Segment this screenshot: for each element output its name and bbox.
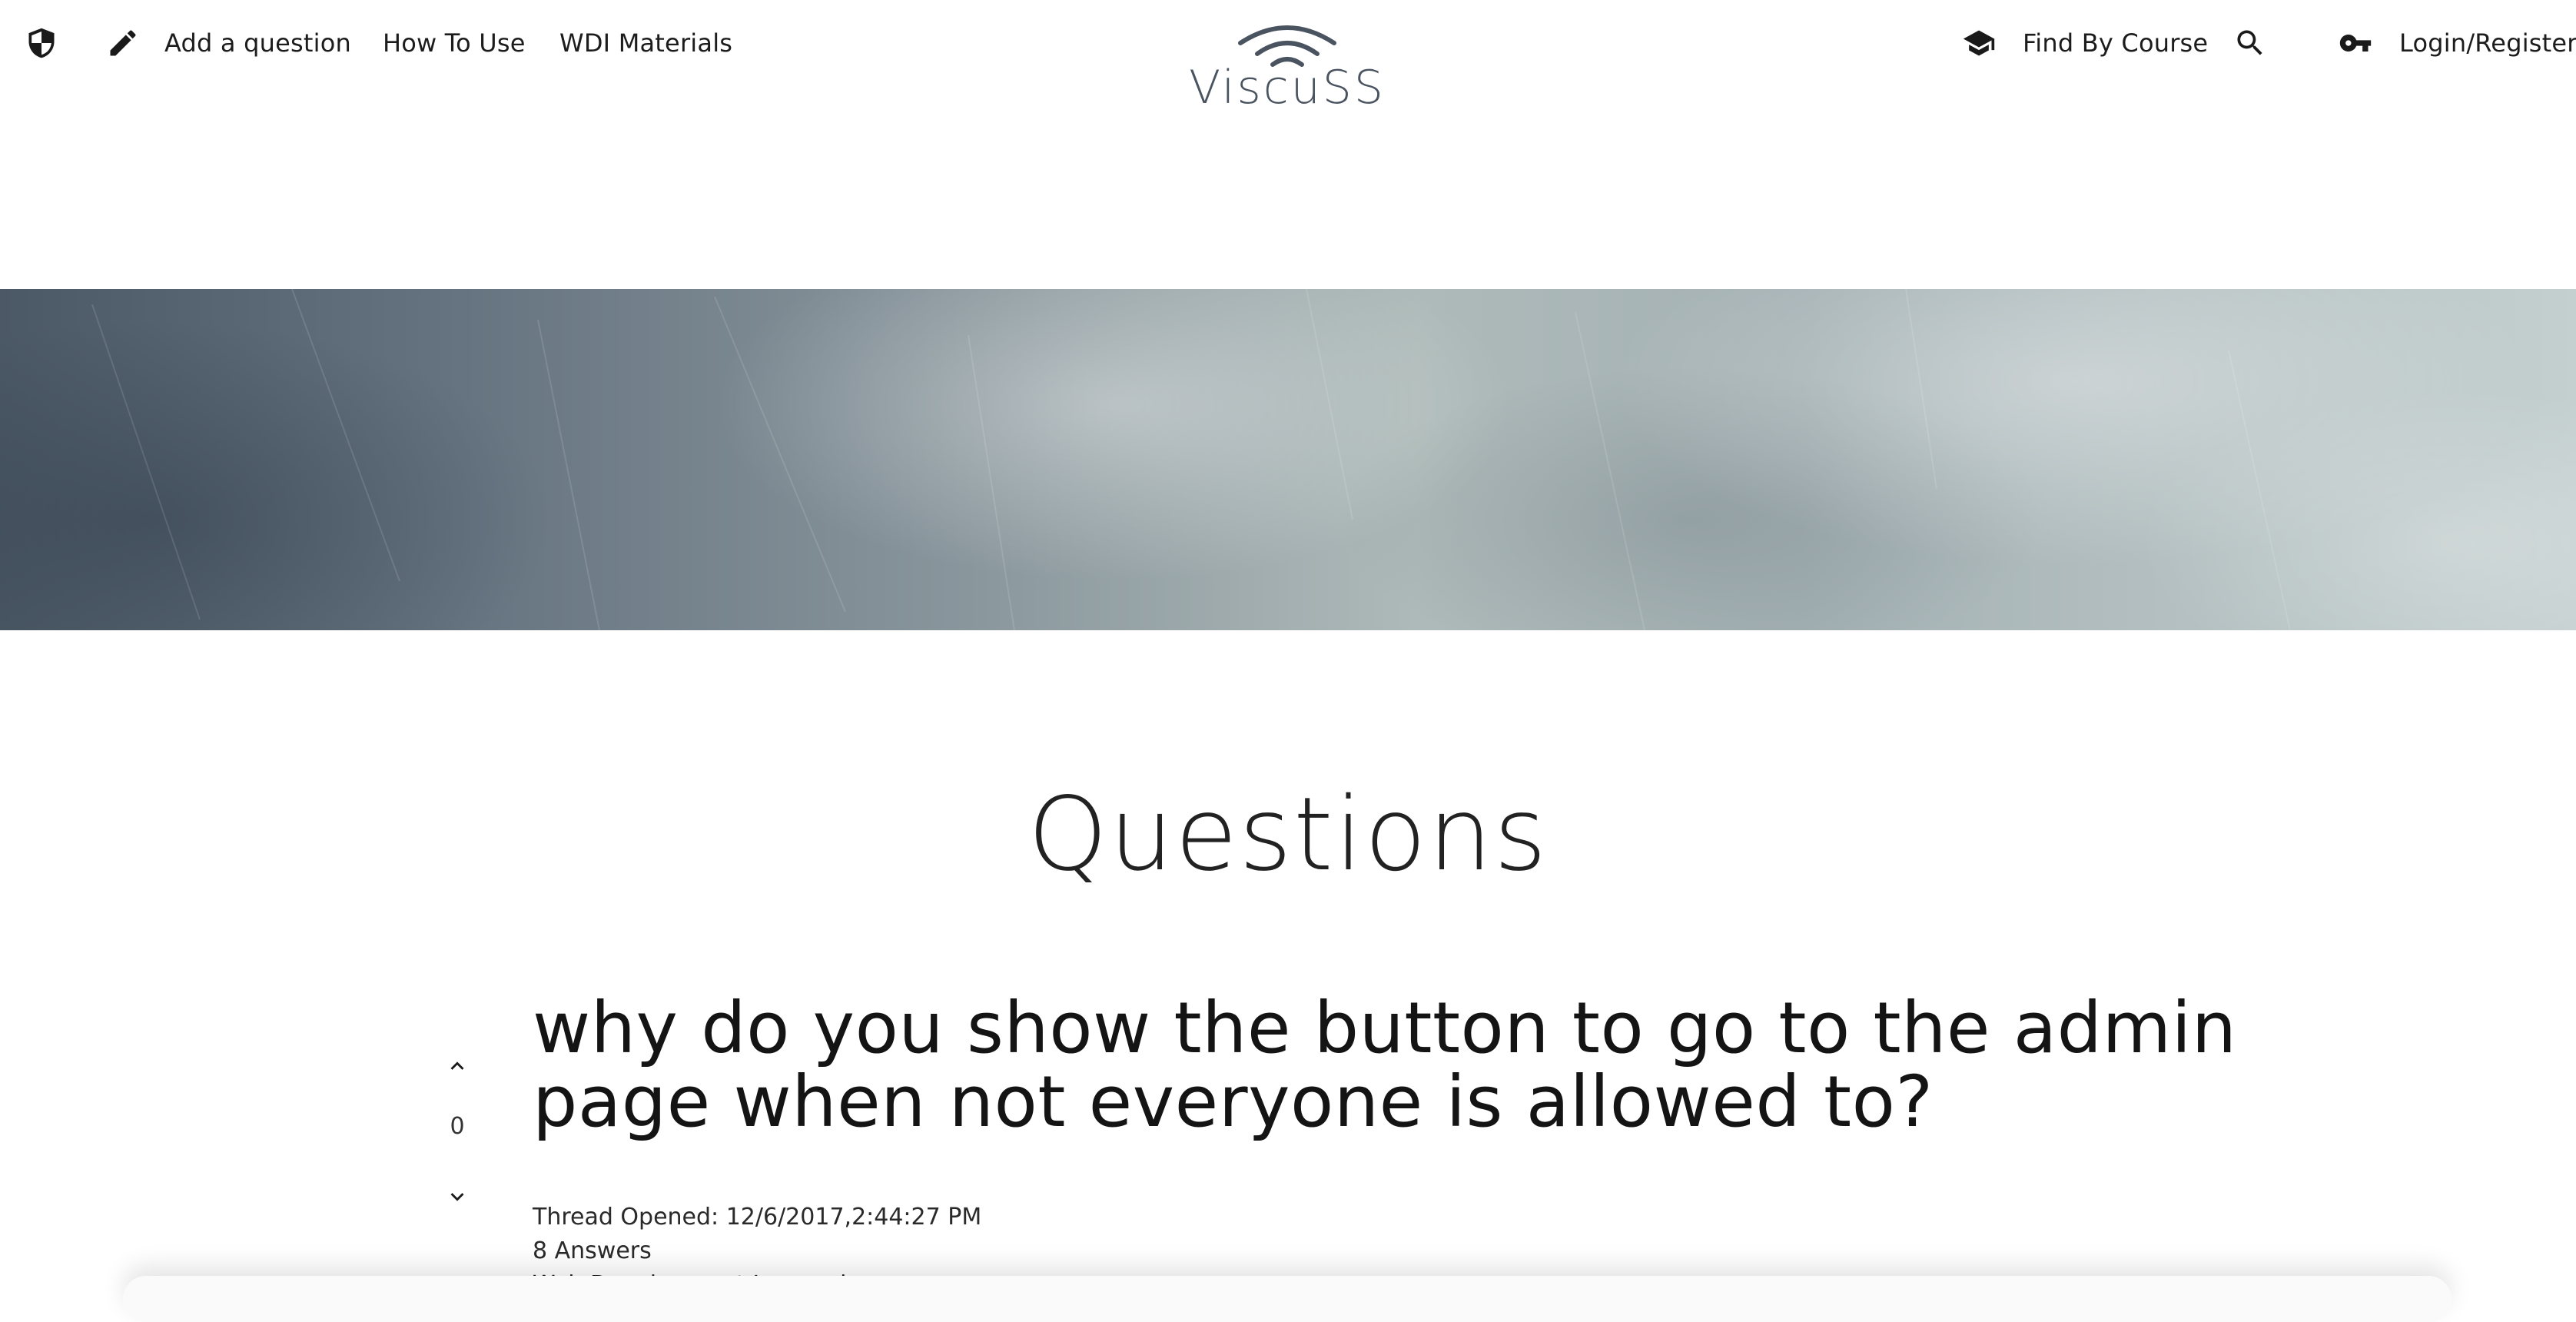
find-by-course-label: Find By Course — [2023, 28, 2209, 58]
add-question-link[interactable]: Add a question — [106, 15, 351, 71]
add-question-label: Add a question — [164, 28, 351, 58]
pencil-icon — [106, 26, 140, 60]
next-card-edge — [123, 1276, 2452, 1322]
thread-opened-text: Thread Opened: 12/6/2017,2:44:27 PM — [533, 1204, 982, 1231]
key-icon — [2336, 26, 2375, 60]
hero-banner — [0, 289, 2576, 630]
how-to-use-link[interactable]: How To Use — [383, 15, 526, 71]
downvote-button[interactable] — [444, 1184, 470, 1210]
question-item: 0 why do you show the button to go to th… — [415, 976, 2490, 1300]
wdi-materials-label: WDI Materials — [559, 28, 733, 58]
page-title: Questions — [1027, 776, 1549, 894]
site-logo[interactable]: ViscuSS — [1183, 17, 1399, 117]
shield-icon — [25, 26, 58, 60]
login-register-link[interactable]: Login/Register — [2336, 15, 2576, 71]
top-nav: Add a question How To Use WDI Materials … — [0, 0, 2576, 111]
login-register-label: Login/Register — [2399, 28, 2576, 58]
how-to-use-label: How To Use — [383, 28, 526, 58]
search-icon — [2233, 26, 2267, 60]
chevron-up-icon — [444, 1053, 470, 1079]
graduation-cap-icon — [1960, 26, 1998, 60]
hero-texture — [0, 289, 2576, 630]
answer-count: 8 Answers — [533, 1237, 652, 1264]
logo-text: ViscuSS — [1189, 61, 1386, 115]
wdi-materials-link[interactable]: WDI Materials — [559, 15, 732, 71]
vote-count: 0 — [450, 1113, 465, 1140]
vote-controls: 0 — [415, 976, 500, 1222]
admin-shield-link[interactable] — [25, 15, 58, 71]
question-title-link[interactable]: why do you show the button to go to the … — [533, 992, 2300, 1139]
chevron-down-icon — [444, 1184, 470, 1210]
find-by-course-link[interactable]: Find By Course — [1960, 15, 2208, 71]
search-button[interactable] — [2233, 15, 2267, 71]
upvote-button[interactable] — [444, 1053, 470, 1079]
